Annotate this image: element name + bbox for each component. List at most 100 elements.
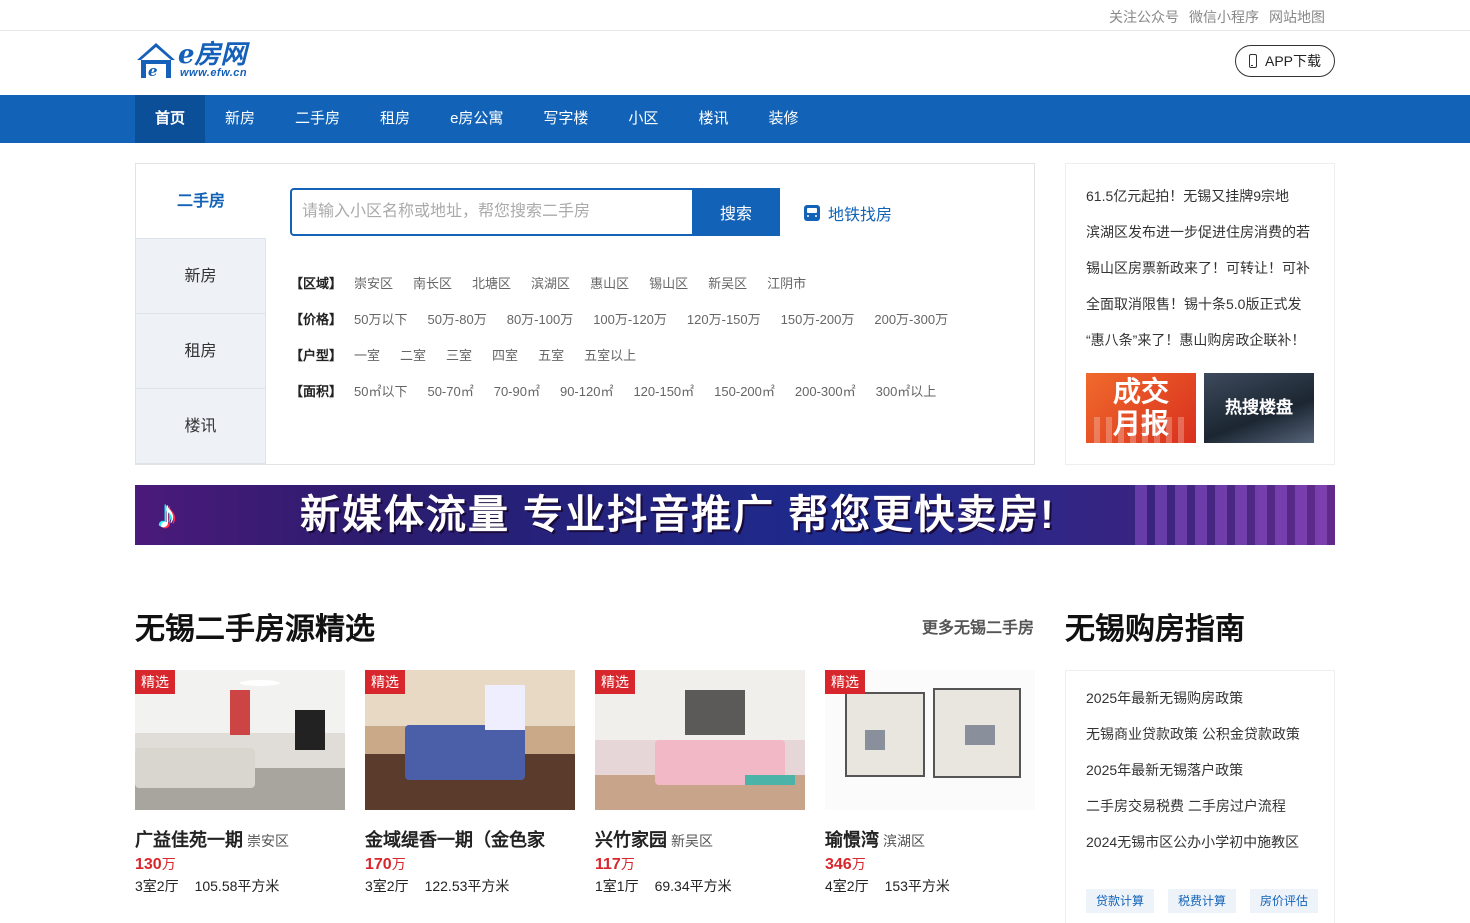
filter-option[interactable]: 70-90㎡ xyxy=(494,381,540,400)
filter-option[interactable]: 300㎡以上 xyxy=(876,381,937,400)
hot-search-banner[interactable]: 热搜楼盘 xyxy=(1204,373,1314,443)
site-map-link[interactable]: 网站地图 xyxy=(1269,7,1325,27)
price-evaluation-button[interactable]: 房价评估 xyxy=(1250,889,1319,913)
filter-option[interactable]: 四室 xyxy=(492,345,518,364)
nav-office[interactable]: 写字楼 xyxy=(523,95,608,143)
filter-row-area: 【面积】 50㎡以下 50-70㎡ 70-90㎡ 90-120㎡ 120-150… xyxy=(290,372,968,408)
filter-row-district: 【区域】 崇安区 南长区 北塘区 滨湖区 惠山区 锡山区 新吴区 江阴市 xyxy=(290,264,968,300)
top-links: 关注公众号 微信小程序 网站地图 xyxy=(1109,7,1325,27)
nav-community[interactable]: 小区 xyxy=(608,95,678,143)
filter-option[interactable]: 200-300㎡ xyxy=(795,381,856,400)
nav-new-homes[interactable]: 新房 xyxy=(205,95,275,143)
nav-second-hand[interactable]: 二手房 xyxy=(275,95,360,143)
loan-calculator-button[interactable]: 贷款计算 xyxy=(1086,889,1155,913)
listing-photo[interactable]: 精选 xyxy=(135,670,345,810)
filter-option[interactable]: 150-200㎡ xyxy=(714,381,775,400)
filter-option[interactable]: 50万-80万 xyxy=(427,309,486,328)
price-value: 117 xyxy=(595,856,621,873)
filter-option[interactable]: 惠山区 xyxy=(590,273,629,292)
price-unit: 万 xyxy=(620,856,635,872)
calculator-buttons: 贷款计算 税费计算 房价评估 xyxy=(1086,889,1319,913)
listing-price: 346万 xyxy=(825,854,1035,874)
tiktok-logo-icon: ♪ xyxy=(157,493,177,537)
filter-option[interactable]: 120-150㎡ xyxy=(633,381,694,400)
more-listings-link[interactable]: 更多无锡二手房 xyxy=(922,614,1034,638)
tab-new-homes[interactable]: 新房 xyxy=(136,239,266,314)
listing-info: 3室2厅 105.58平方米 xyxy=(135,876,345,896)
monthly-report-banner[interactable]: 成交 月报 xyxy=(1086,373,1196,443)
nav-home[interactable]: 首页 xyxy=(135,95,206,143)
tab-second-hand[interactable]: 二手房 xyxy=(136,164,266,239)
price-value: 130 xyxy=(135,856,162,873)
filter-option[interactable]: 150万-200万 xyxy=(781,309,855,328)
news-list: 61.5亿元起拍！无锡又挂牌9宗地 滨湖区发布进一步促进住房消费的若 锡山区房票… xyxy=(1086,178,1314,358)
filter-label: 【区域】 xyxy=(290,275,343,291)
subway-search-link[interactable]: 地铁找房 xyxy=(804,201,892,225)
news-item[interactable]: 滨湖区发布进一步促进住房消费的若 xyxy=(1086,214,1314,250)
featured-tag: 精选 xyxy=(135,670,175,694)
listing-title: 兴竹家园 xyxy=(595,830,667,850)
nav-apartment[interactable]: e房公寓 xyxy=(430,95,523,143)
news-item[interactable]: “惠八条”来了！惠山购房政企联补！ xyxy=(1086,322,1314,358)
filter-option[interactable]: 50万以下 xyxy=(354,309,407,328)
search-button[interactable]: 搜索 xyxy=(692,188,780,236)
filter-option[interactable]: 200万-300万 xyxy=(874,309,948,328)
tab-rent[interactable]: 租房 xyxy=(136,314,266,389)
filter-label: 【价格】 xyxy=(290,311,343,327)
filter-option[interactable]: 50-70㎡ xyxy=(427,381,473,400)
guide-item[interactable]: 2025年最新无锡落户政策 xyxy=(1086,752,1300,788)
listing-layout: 1室1厅 xyxy=(595,878,639,894)
nav-news[interactable]: 楼讯 xyxy=(678,95,748,143)
listing-photo[interactable]: 精选 xyxy=(365,670,575,810)
filter-option[interactable]: 滨湖区 xyxy=(531,273,570,292)
listing-card[interactable]: 精选 瑜憬湾 滨湖区 346万 4室2厅 153平方米 xyxy=(825,670,1035,896)
filter-option[interactable]: 80万-100万 xyxy=(507,309,573,328)
guide-item[interactable]: 2024无锡市区公办小学初中施教区 xyxy=(1086,824,1300,860)
floor-plan-image[interactable]: 精选 xyxy=(825,670,1035,810)
filter-option[interactable]: 五室以上 xyxy=(584,345,636,364)
news-item[interactable]: 61.5亿元起拍！无锡又挂牌9宗地 xyxy=(1086,178,1314,214)
listing-card[interactable]: 精选 广益佳苑一期 崇安区 130万 3室2厅 105.58平方米 xyxy=(135,670,345,896)
guide-item[interactable]: 2025年最新无锡购房政策 xyxy=(1086,680,1300,716)
filters: 【区域】 崇安区 南长区 北塘区 滨湖区 惠山区 锡山区 新吴区 江阴市 【价格… xyxy=(290,264,968,408)
nav-rent[interactable]: 租房 xyxy=(360,95,430,143)
price-unit: 万 xyxy=(161,856,176,872)
filter-option[interactable]: 二室 xyxy=(400,345,426,364)
listing-photo[interactable]: 精选 xyxy=(595,670,805,810)
listing-info: 3室2厅 122.53平方米 xyxy=(365,876,575,896)
filter-option[interactable]: 100万-120万 xyxy=(593,309,667,328)
filter-option[interactable]: 120万-150万 xyxy=(687,309,761,328)
filter-option[interactable]: 90-120㎡ xyxy=(560,381,613,400)
guide-item[interactable]: 无锡商业贷款政策 公积金贷款政策 xyxy=(1086,716,1300,752)
listing-card[interactable]: 精选 兴竹家园 新吴区 117万 1室1厅 69.34平方米 xyxy=(595,670,805,896)
guide-item[interactable]: 二手房交易税费 二手房过户流程 xyxy=(1086,788,1300,824)
filter-label: 【面积】 xyxy=(290,383,343,399)
featured-tag: 精选 xyxy=(365,670,405,694)
filter-option[interactable]: 一室 xyxy=(354,345,380,364)
filter-option[interactable]: 北塘区 xyxy=(472,273,511,292)
metro-icon xyxy=(804,205,820,221)
listing-layout: 3室2厅 xyxy=(135,878,179,894)
listings-section-title: 无锡二手房源精选 xyxy=(135,613,375,646)
filter-option[interactable]: 南长区 xyxy=(413,273,452,292)
filter-option[interactable]: 三室 xyxy=(446,345,472,364)
nav-decoration[interactable]: 装修 xyxy=(748,95,818,143)
filter-option[interactable]: 50㎡以下 xyxy=(354,381,407,400)
filter-option[interactable]: 新吴区 xyxy=(708,273,747,292)
news-item[interactable]: 全面取消限售！锡十条5.0版正式发 xyxy=(1086,286,1314,322)
tab-news[interactable]: 楼讯 xyxy=(136,389,266,464)
filter-option[interactable]: 锡山区 xyxy=(649,273,688,292)
follow-official-account-link[interactable]: 关注公众号 xyxy=(1109,7,1179,27)
filter-option[interactable]: 江阴市 xyxy=(767,273,806,292)
logo-text[interactable]: e房网 xyxy=(178,40,247,70)
app-download-button[interactable]: APP下载 xyxy=(1235,45,1335,77)
tax-calculator-button[interactable]: 税费计算 xyxy=(1168,889,1237,913)
news-item[interactable]: 锡山区房票新政来了！可转让！可补 xyxy=(1086,250,1314,286)
douyin-promo-banner[interactable]: ♪ 新媒体流量 专业抖音推广 帮您更快卖房! xyxy=(135,485,1335,545)
filter-option[interactable]: 五室 xyxy=(538,345,564,364)
filter-option[interactable]: 崇安区 xyxy=(354,273,393,292)
featured-tag: 精选 xyxy=(825,670,865,694)
filter-row-price: 【价格】 50万以下 50万-80万 80万-100万 100万-120万 12… xyxy=(290,300,968,336)
listing-card[interactable]: 精选 金域缇香一期（金色家 170万 3室2厅 122.53平方米 xyxy=(365,670,575,896)
wechat-mini-program-link[interactable]: 微信小程序 xyxy=(1189,7,1259,27)
